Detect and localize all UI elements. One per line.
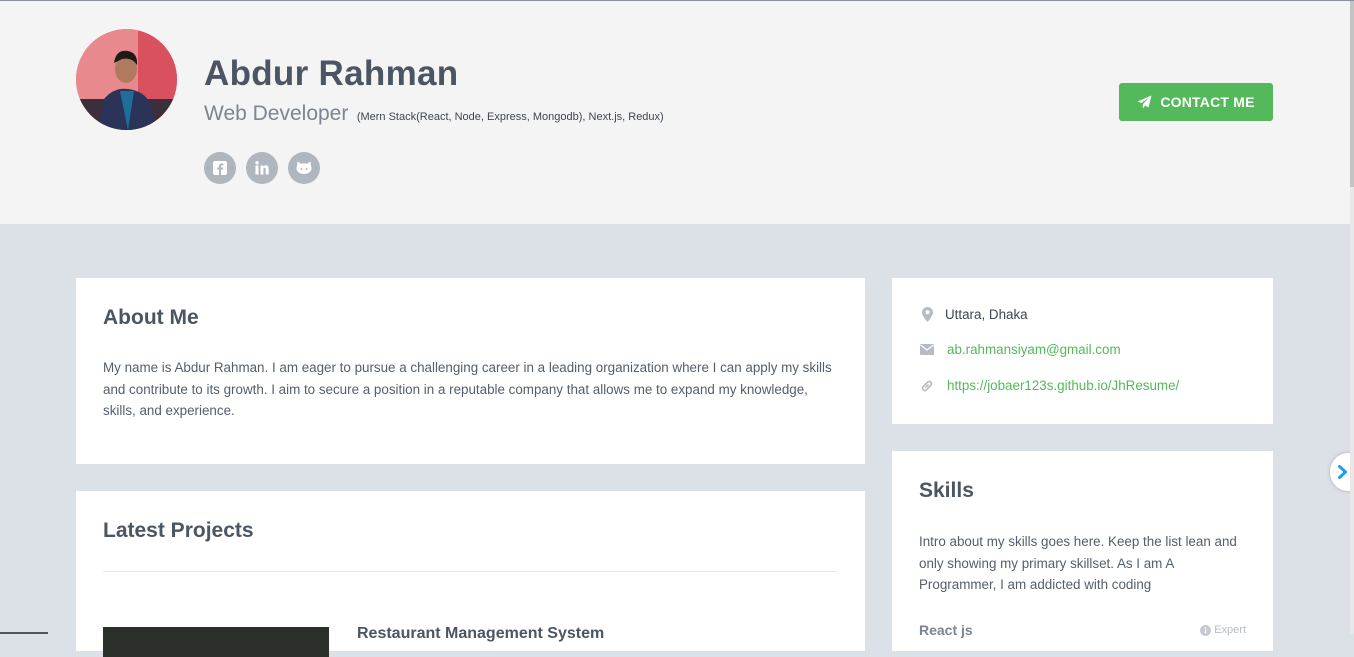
linkedin-link[interactable] [246, 152, 278, 184]
title-line: Web Developer (Mern Stack(React, Node, E… [204, 102, 664, 126]
contact-me-label: CONTACT ME [1160, 94, 1255, 110]
contact-me-button[interactable]: CONTACT ME [1119, 83, 1273, 121]
tech-stack-tagline: (Mern Stack(React, Node, Express, Mongod… [356, 111, 664, 123]
chevron-right-icon [1338, 465, 1347, 479]
paper-plane-icon [1137, 95, 1152, 109]
github-link[interactable] [288, 152, 320, 184]
projects-divider [103, 571, 837, 572]
website-link[interactable]: https://jobaer123s.github.io/JhResume/ [947, 378, 1179, 393]
email-link[interactable]: ab.rahmansiyam@gmail.com [947, 342, 1121, 357]
job-title: Web Developer [204, 102, 349, 125]
project-title[interactable]: Restaurant Management System [357, 625, 604, 643]
skill-name: React js [919, 622, 973, 638]
page-scrollbar-thumb[interactable] [1350, 1, 1354, 187]
map-marker-icon [919, 307, 935, 322]
profile-name: Abdur Rahman [204, 54, 459, 93]
project-thumbnail[interactable] [103, 627, 329, 657]
profile-header: Abdur Rahman Web Developer (Mern Stack(R… [0, 1, 1350, 224]
avatar [76, 29, 177, 130]
facebook-link[interactable] [204, 152, 236, 184]
about-card: About Me My name is Abdur Rahman. I am e… [76, 278, 865, 464]
projects-card: Latest Projects Restaurant Management Sy… [76, 491, 865, 657]
email-row: ab.rahmansiyam@gmail.com [919, 342, 1121, 357]
avatar-photo [76, 29, 177, 130]
projects-heading: Latest Projects [103, 519, 254, 542]
skill-level-label: Expert [1214, 624, 1246, 636]
skills-heading: Skills [919, 479, 974, 502]
github-icon [296, 161, 312, 174]
linkedin-icon [255, 161, 269, 175]
contact-info-card: Uttara, Dhaka ab.rahmansiyam@gmail.com h… [892, 278, 1273, 424]
website-row: https://jobaer123s.github.io/JhResume/ [919, 378, 1179, 393]
facebook-icon [213, 161, 227, 175]
skills-intro: Intro about my skills goes here. Keep th… [919, 534, 1237, 592]
envelope-icon [919, 344, 935, 355]
skills-card: Skills Intro about my skills goes here. … [892, 451, 1273, 651]
about-heading: About Me [103, 306, 199, 329]
skill-level: Expert [1200, 624, 1246, 636]
link-icon [919, 379, 935, 393]
location-text: Uttara, Dhaka [945, 307, 1028, 322]
social-links [204, 152, 320, 184]
location-row: Uttara, Dhaka [919, 307, 1028, 322]
skill-item: React js Expert [919, 622, 1246, 640]
about-text: My name is Abdur Rahman. I am eager to p… [103, 360, 832, 418]
